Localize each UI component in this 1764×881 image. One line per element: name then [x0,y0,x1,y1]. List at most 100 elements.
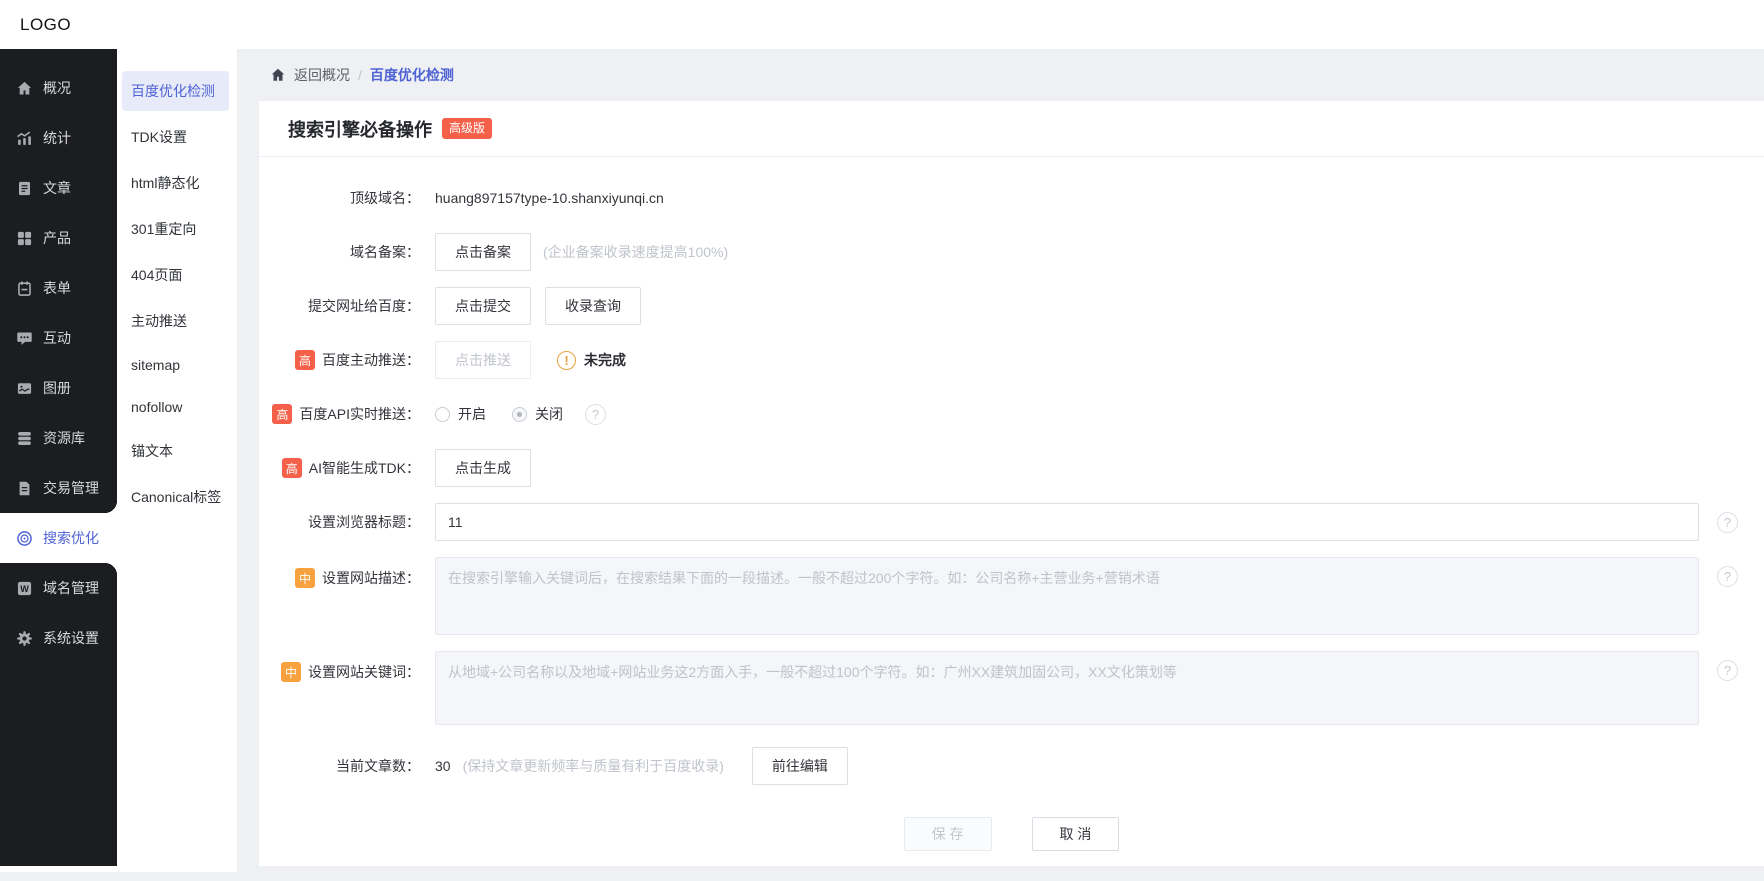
record-button[interactable]: 点击备案 [435,233,531,271]
product-icon [16,230,33,247]
site-keywords-textarea[interactable] [435,651,1699,725]
card-header: 搜索引擎必备操作 高级版 [259,101,1764,157]
field-label: 设置网站描述： [322,568,420,588]
submenu-item-tdk[interactable]: TDK设置 [122,117,229,157]
primary-sidebar-nav: 概况 统计 文章 产品 表单 [0,49,117,866]
field-label: 域名备案： [259,242,420,262]
row-top-domain: 顶级域名： huang897157type-10.shanxiyunqi.cn [259,179,1764,217]
gear-icon [16,630,33,647]
breadcrumb-separator: / [358,67,362,83]
row-api-push: 高 百度API实时推送： 开启 关闭 [259,395,1764,433]
help-icon[interactable]: ? [1717,512,1738,533]
sidebar-item-forms[interactable]: 表单 [0,263,117,313]
high-level-badge: 高 [295,350,315,370]
submenu-item-active-push[interactable]: 主动推送 [122,301,229,341]
help-icon[interactable]: ? [1717,566,1738,587]
home-icon [270,67,286,83]
index-query-button[interactable]: 收录查询 [545,287,641,325]
api-push-radio-group: 开启 关闭 [435,404,563,424]
sidebar-item-products[interactable]: 产品 [0,213,117,263]
radio-option-off[interactable]: 关闭 [512,404,563,424]
library-icon [16,430,33,447]
cancel-button[interactable]: 取 消 [1032,817,1120,851]
status-badge: 未完成 [584,350,626,370]
app-body: 概况 统计 文章 产品 表单 [0,49,1764,872]
submit-url-button[interactable]: 点击提交 [435,287,531,325]
sidebar-item-gallery[interactable]: 图册 [0,363,117,413]
submenu-item-html-static[interactable]: html静态化 [122,163,229,203]
trade-icon [16,480,33,497]
article-count-value: 30 [435,758,451,774]
sidebar-item-label: 产品 [43,228,71,248]
row-site-keywords: 中 设置网站关键词： ? [259,651,1764,725]
row-ai-tdk: 高 AI智能生成TDK： 点击生成 [259,449,1764,487]
radio-option-on[interactable]: 开启 [435,404,486,424]
target-icon [16,530,33,547]
sidebar-item-label: 交易管理 [43,478,99,498]
chat-icon [16,330,33,347]
row-submit-url: 提交网址给百度： 点击提交 收录查询 [259,287,1764,325]
top-domain-value: huang897157type-10.shanxiyunqi.cn [435,190,664,206]
field-label: 设置浏览器标题： [259,512,420,532]
stats-icon [16,130,33,147]
breadcrumb-current[interactable]: 百度优化检测 [370,65,454,85]
secondary-sidebar: 百度优化检测 TDK设置 html静态化 301重定向 404页面 主动推送 s… [117,49,237,872]
site-description-textarea[interactable] [435,557,1699,635]
form-footer: 保 存 取 消 [259,817,1764,881]
breadcrumb-home-link[interactable]: 返回概况 [294,65,350,85]
top-header: LOGO [0,0,1764,49]
help-icon[interactable]: ? [585,404,606,425]
sidebar-item-label: 系统设置 [43,628,99,648]
field-label: 顶级域名： [259,188,420,208]
submenu-item-sitemap[interactable]: sitemap [122,347,229,383]
form-icon [16,280,33,297]
sidebar-item-label: 概况 [43,78,71,98]
sidebar-item-settings[interactable]: 系统设置 [0,613,117,663]
logo: LOGO [20,15,71,35]
sidebar-item-interaction[interactable]: 互动 [0,313,117,363]
go-edit-button[interactable]: 前往编辑 [752,747,848,785]
row-baidu-push: 高 百度主动推送： 点击推送 ! 未完成 [259,341,1764,379]
mid-level-badge: 中 [295,568,315,588]
save-button[interactable]: 保 存 [904,817,992,851]
field-label: 百度API实时推送： [299,404,420,424]
main-content: 返回概况 / 百度优化检测 搜索引擎必备操作 高级版 顶级域名： huang89… [237,49,1764,872]
field-label: 提交网址给百度： [259,296,420,316]
sidebar-item-label: 资源库 [43,428,85,448]
sidebar-item-label: 搜索优化 [43,528,99,548]
sidebar-item-articles[interactable]: 文章 [0,163,117,213]
seo-form: 顶级域名： huang897157type-10.shanxiyunqi.cn … [259,157,1764,881]
push-button[interactable]: 点击推送 [435,341,531,379]
submenu-item-canonical[interactable]: Canonical标签 [122,477,229,517]
generate-tdk-button[interactable]: 点击生成 [435,449,531,487]
submenu-item-301[interactable]: 301重定向 [122,209,229,249]
row-site-description: 中 设置网站描述： ? [259,557,1764,635]
submenu-item-baidu-check[interactable]: 百度优化检测 [122,71,229,111]
gallery-icon [16,380,33,397]
browser-title-input[interactable] [435,503,1699,541]
high-level-badge: 高 [282,458,302,478]
sidebar-item-stats[interactable]: 统计 [0,113,117,163]
sidebar-item-trade[interactable]: 交易管理 [0,463,117,513]
field-label: AI智能生成TDK： [309,458,420,478]
sidebar-item-label: 互动 [43,328,71,348]
sidebar-item-domain[interactable]: W 域名管理 [0,563,117,613]
breadcrumb: 返回概况 / 百度优化检测 [237,49,1764,101]
primary-sidebar: 概况 统计 文章 产品 表单 [0,49,117,872]
submenu-item-nofollow[interactable]: nofollow [122,389,229,425]
page-title: 搜索引擎必备操作 [288,116,432,142]
sidebar-item-search-optimization[interactable]: 搜索优化 [0,513,117,563]
radio-icon-checked [512,407,527,422]
submenu-item-404[interactable]: 404页面 [122,255,229,295]
page: LOGO 概况 统计 文章 产品 [0,0,1764,872]
radio-icon [435,407,450,422]
submenu-item-anchor[interactable]: 锚文本 [122,431,229,471]
row-article-count: 当前文章数： 30 (保持文章更新频率与质量有利于百度收录) 前往编辑 [259,747,1764,785]
field-label: 当前文章数： [259,756,420,776]
sidebar-item-label: 统计 [43,128,71,148]
help-icon[interactable]: ? [1717,660,1738,681]
sidebar-item-label: 文章 [43,178,71,198]
sidebar-item-overview[interactable]: 概况 [0,63,117,113]
record-hint: (企业备案收录速度提高100%) [543,242,728,262]
sidebar-item-library[interactable]: 资源库 [0,413,117,463]
